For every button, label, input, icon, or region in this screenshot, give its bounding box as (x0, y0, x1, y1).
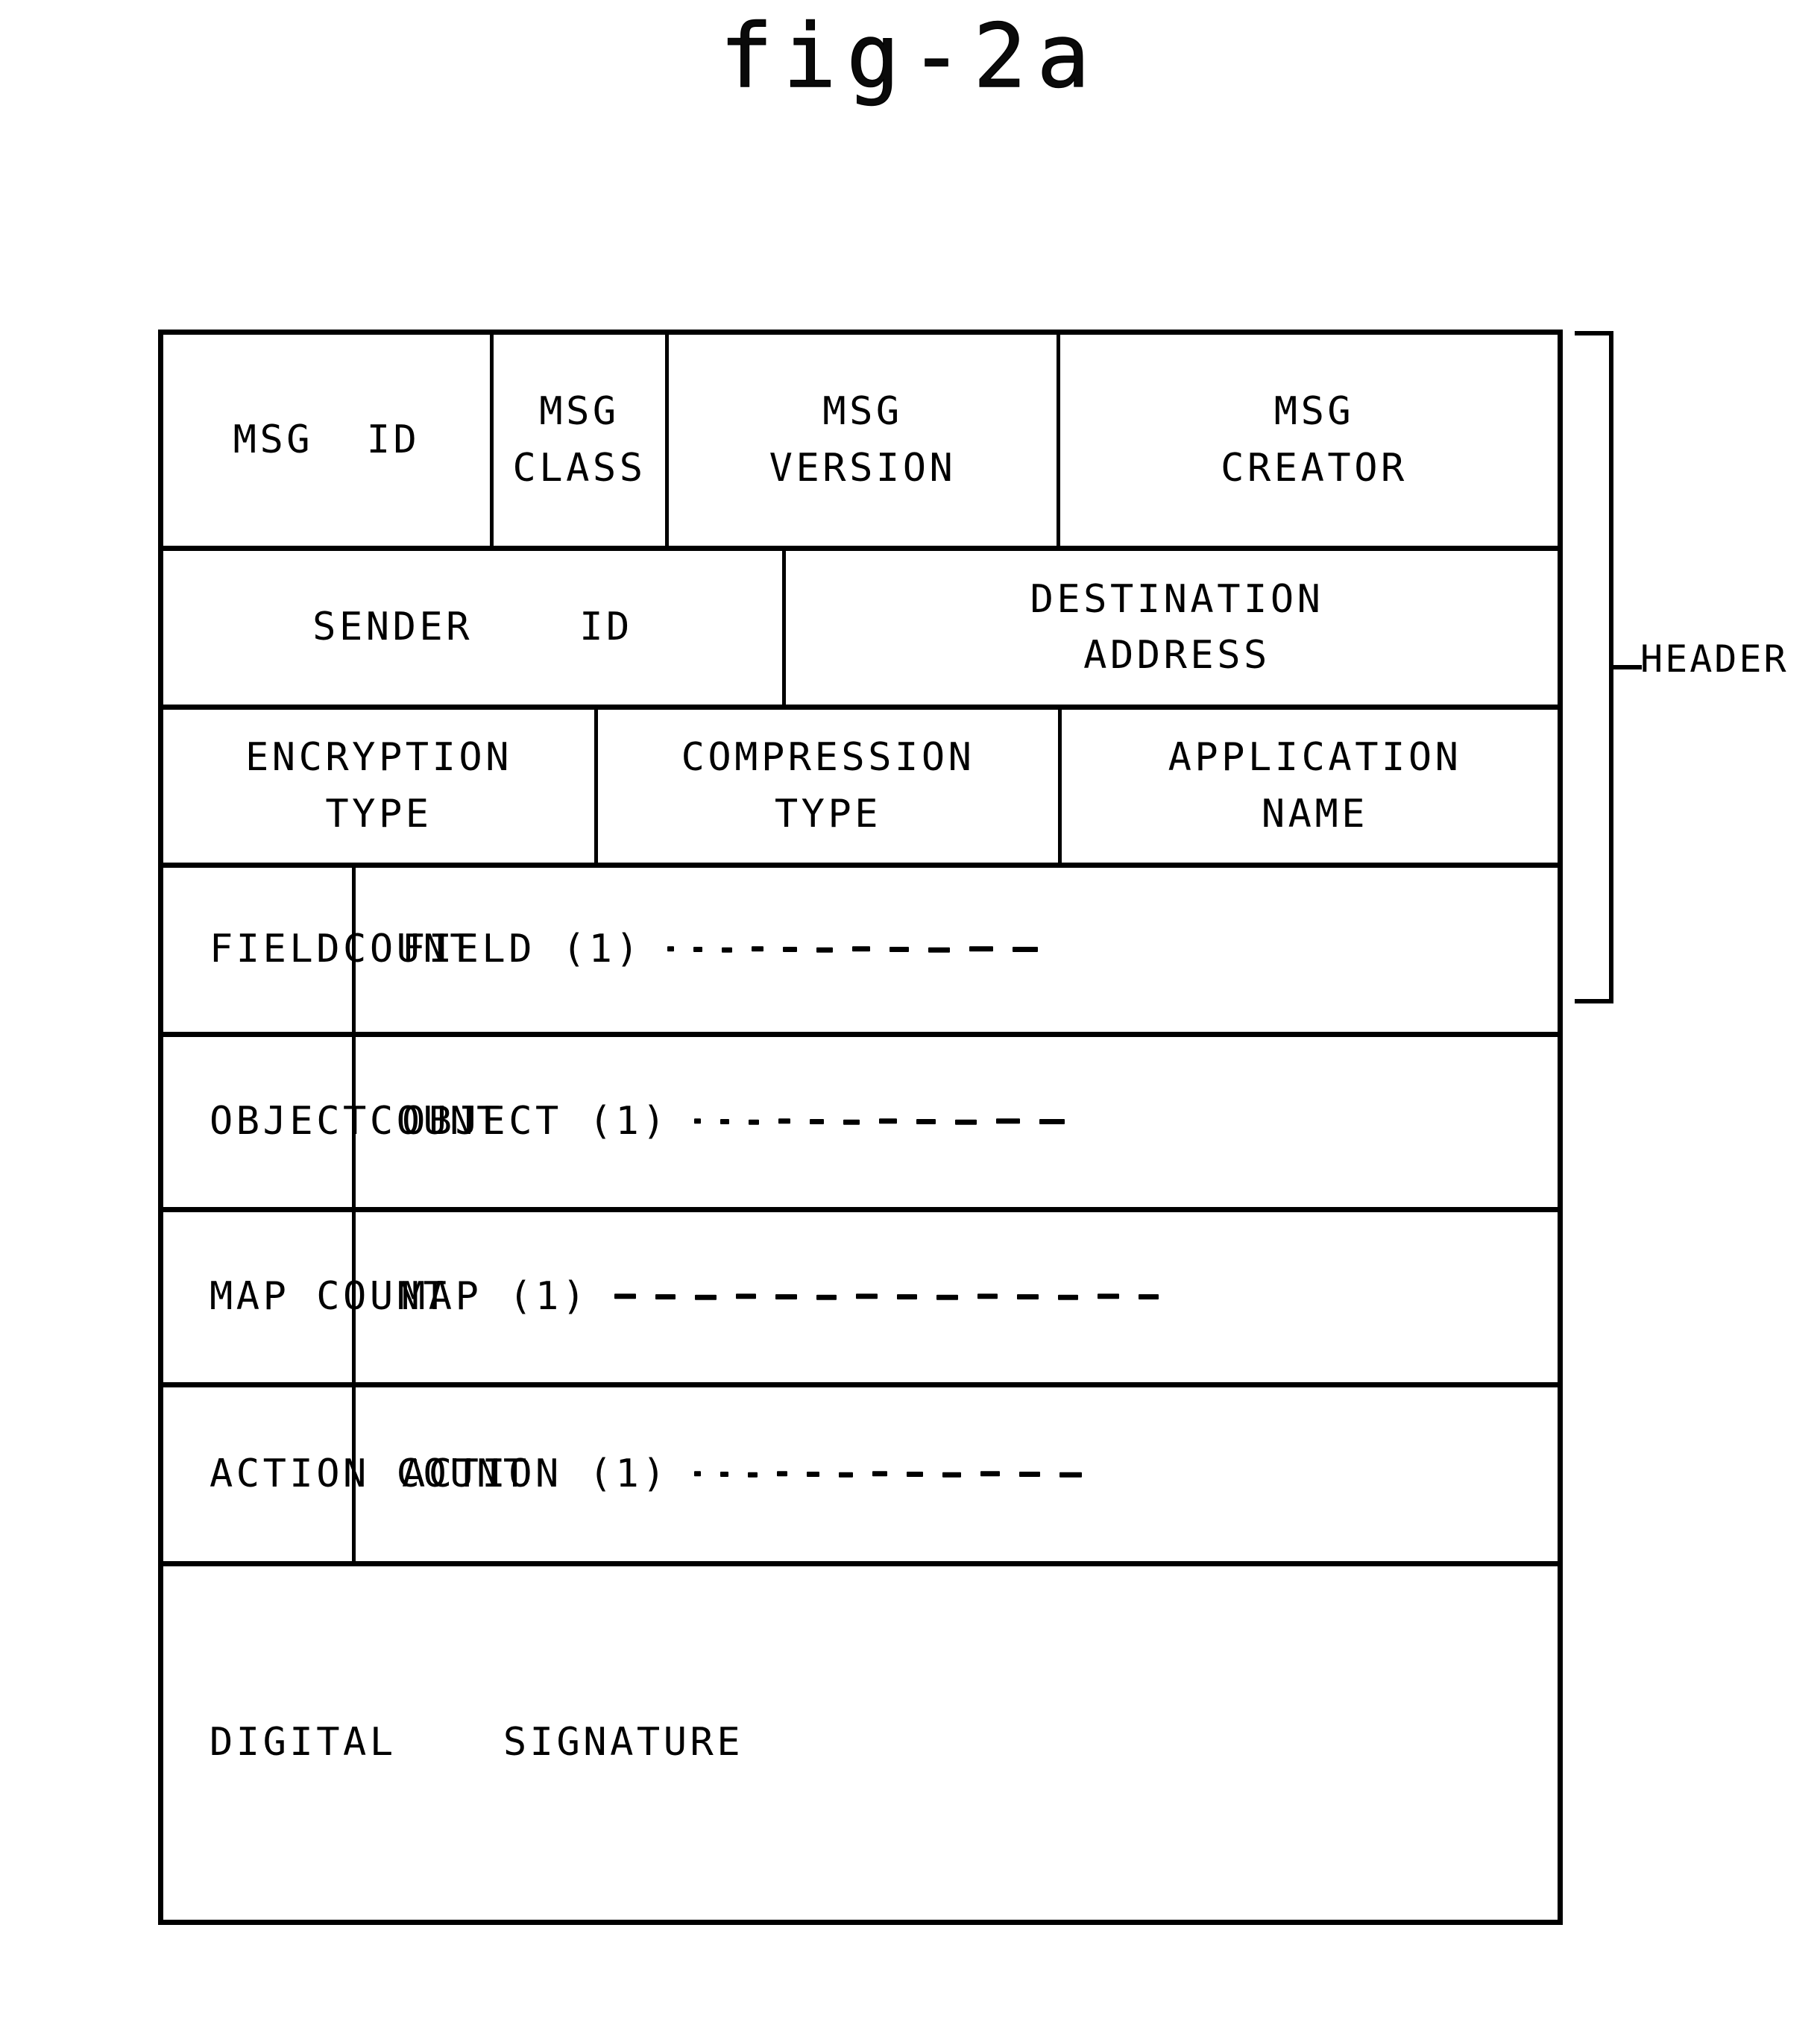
leader-dots-action (694, 1455, 1101, 1493)
cell-label: APPLICATION NAME (1168, 735, 1462, 836)
cell-label: COMPRESSION TYPE (681, 735, 975, 836)
cell-field-1: FIELD (1) (352, 868, 1568, 1032)
cell-label: MSG ID (233, 417, 421, 462)
cell-label: SENDER ID (312, 605, 633, 650)
cell-label: MAP (1) (402, 1274, 589, 1320)
cell-action-1: ACTION (1) (352, 1387, 1568, 1561)
table-row: MSG ID MSG CLASS MSG VERSION MSG CREATOR (163, 335, 1558, 551)
cell-application-name: APPLICATION NAME (1058, 710, 1568, 863)
header-leader-tick (1613, 665, 1642, 669)
cell-compression-type: COMPRESSION TYPE (594, 710, 1058, 863)
cell-encryption-type: ENCRYPTION TYPE (163, 710, 594, 863)
cell-objectcount: OBJECTCOUNT (163, 1037, 500, 1207)
cell-msg-version: MSG VERSION (665, 335, 1057, 546)
cell-label: DIGITAL SIGNATURE (210, 1720, 744, 1765)
table-row: ENCRYPTION TYPE COMPRESSION TYPE APPLICATI… (163, 710, 1558, 868)
leader-dots-field (667, 930, 1057, 969)
figure-title: fig-2a (720, 4, 1100, 108)
cell-action-count: ACTION COUNT (163, 1387, 526, 1561)
header-group-label: HEADER (1640, 637, 1789, 681)
cell-digital-signature: DIGITAL SIGNATURE (163, 1566, 1568, 1920)
cell-label: FIELD (1) (402, 927, 643, 972)
cell-msg-class: MSG CLASS (490, 335, 665, 546)
cell-label: DESTINATION ADDRESS (1030, 576, 1324, 678)
cell-sender-id: SENDER ID (163, 551, 782, 705)
cell-label: MSG CREATOR (1221, 389, 1408, 491)
cell-map-1: MAP (1) (352, 1212, 1568, 1382)
cell-fieldcount: FIELDCOUNT (163, 868, 473, 1032)
leader-dots-object (694, 1103, 1084, 1141)
table-row: OBJECTCOUNT OBJECT (1) (163, 1037, 1558, 1212)
header-bracket (1575, 331, 1613, 1003)
table-row: SENDER ID DESTINATION ADDRESS (163, 551, 1558, 710)
table-row: DIGITAL SIGNATURE (163, 1566, 1558, 1920)
message-structure-table: MSG ID MSG CLASS MSG VERSION MSG CREATOR SE… (158, 330, 1563, 1925)
cell-label: OBJECT (1) (402, 1099, 670, 1144)
cell-object-1: OBJECT (1) (352, 1037, 1568, 1207)
cell-label: MSG VERSION (769, 389, 957, 491)
table-row: ACTION COUNT ACTION (1) (163, 1387, 1558, 1566)
cell-destination-address: DESTINATION ADDRESS (782, 551, 1568, 705)
leader-dashes-map (614, 1278, 1178, 1317)
cell-label: ENCRYPTION TYPE (245, 735, 513, 836)
cell-label: MSG CLASS (512, 389, 646, 491)
cell-msg-id: MSG ID (163, 335, 490, 546)
cell-msg-creator: MSG CREATOR (1057, 335, 1568, 546)
cell-map-count: MAP COUNT (163, 1212, 447, 1382)
cell-label: ACTION (1) (402, 1451, 670, 1496)
table-row: FIELDCOUNT FIELD (1) (163, 868, 1558, 1037)
table-row: MAP COUNT MAP (1) (163, 1212, 1558, 1387)
